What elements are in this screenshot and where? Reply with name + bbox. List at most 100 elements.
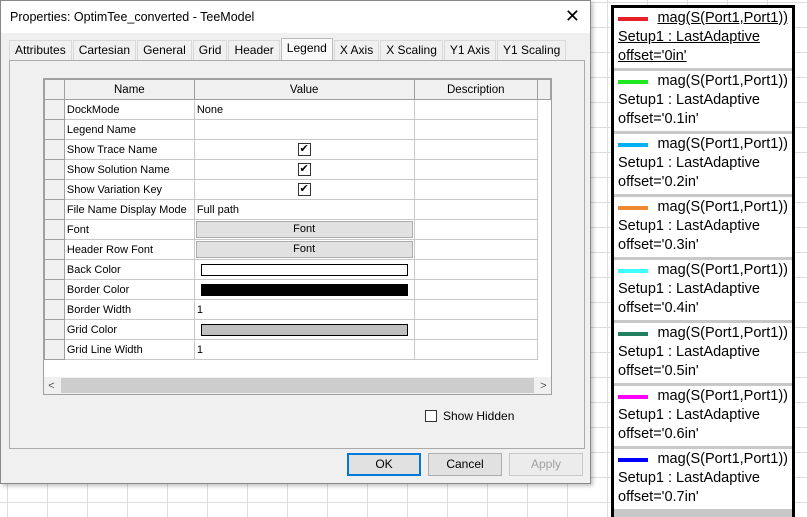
- row-header[interactable]: [44, 199, 65, 220]
- trace-color-line-icon: [618, 79, 648, 84]
- variation-key: offset='0.1in': [618, 111, 699, 127]
- row-header[interactable]: [44, 219, 65, 240]
- checkbox-checked[interactable]: ✔: [297, 183, 311, 196]
- row-header[interactable]: [44, 179, 65, 200]
- table-row[interactable]: Font Font: [44, 219, 551, 240]
- cancel-button[interactable]: Cancel: [428, 453, 502, 476]
- tab-x-axis[interactable]: X Axis: [333, 40, 380, 60]
- name-cell: Show Variation Key: [63, 179, 195, 200]
- name-cell: Grid Color: [63, 319, 195, 340]
- tab-grid[interactable]: Grid: [192, 40, 228, 60]
- row-header[interactable]: [44, 99, 65, 120]
- column-header-description[interactable]: Description: [413, 79, 539, 100]
- legend-entry[interactable]: mag(S(Port1,Port1)) Setup1 : LastAdaptive…: [614, 260, 792, 320]
- tab-cartesian[interactable]: Cartesian: [72, 40, 137, 60]
- value-cell[interactable]: Full path: [193, 199, 415, 220]
- name-cell: Header Row Font: [63, 239, 195, 260]
- tab-y1-axis[interactable]: Y1 Axis: [443, 40, 496, 60]
- value-cell[interactable]: 1: [193, 339, 415, 360]
- filler-cell: [538, 240, 551, 260]
- row-header[interactable]: [44, 119, 65, 140]
- tab-y1-scaling[interactable]: Y1 Scaling: [496, 40, 567, 60]
- checkbox-checked[interactable]: ✔: [297, 143, 311, 156]
- row-header[interactable]: [44, 159, 65, 180]
- variation-key: offset='0.7in': [618, 489, 699, 505]
- checkbox-checked[interactable]: ✔: [297, 163, 311, 176]
- scroll-left-icon[interactable]: <: [44, 380, 59, 392]
- description-cell: [413, 99, 539, 120]
- horizontal-scrollbar[interactable]: < >: [44, 377, 551, 394]
- name-cell: Border Width: [63, 299, 195, 320]
- legend-entry[interactable]: mag(S(Port1,Port1)) Setup1 : LastAdaptive…: [614, 71, 792, 131]
- value-cell[interactable]: ✔: [193, 139, 415, 160]
- tab-general[interactable]: General: [137, 40, 192, 60]
- close-icon[interactable]: ✕: [565, 6, 580, 27]
- row-header[interactable]: [44, 319, 65, 340]
- filler-cell: [538, 320, 551, 340]
- color-swatch[interactable]: [200, 323, 408, 336]
- legend-entry[interactable]: mag(S(Port1,Port1)) Setup1 : LastAdaptive…: [614, 197, 792, 257]
- tab-x-scaling[interactable]: X Scaling: [380, 40, 443, 60]
- show-hidden-checkbox[interactable]: Show Hidden: [425, 409, 514, 423]
- scrollbar-thumb[interactable]: [61, 378, 534, 393]
- table-row[interactable]: Border Width 1: [44, 299, 551, 320]
- column-header-extra: [537, 79, 551, 100]
- legend-entry[interactable]: mag(S(Port1,Port1)) Setup1 : LastAdaptive…: [614, 449, 792, 509]
- scroll-right-icon[interactable]: >: [536, 380, 551, 392]
- table-row[interactable]: Show Solution Name ✔: [44, 159, 551, 180]
- name-cell: Show Trace Name: [63, 139, 195, 160]
- legend-entry[interactable]: mag(S(Port1,Port1)) Setup1 : LastAdaptive…: [614, 323, 792, 383]
- filler-cell: [538, 180, 551, 200]
- name-cell: DockMode: [63, 99, 195, 120]
- description-cell: [413, 259, 539, 280]
- color-swatch[interactable]: [200, 283, 408, 296]
- description-cell: [413, 199, 539, 220]
- table-row[interactable]: Grid Color: [44, 319, 551, 340]
- value-cell[interactable]: Font: [193, 239, 415, 260]
- value-cell[interactable]: Font: [193, 219, 415, 240]
- table-row[interactable]: Grid Line Width 1: [44, 339, 551, 360]
- row-header[interactable]: [44, 299, 65, 320]
- row-header[interactable]: [44, 239, 65, 260]
- font-button[interactable]: Font: [195, 221, 413, 238]
- table-row[interactable]: Show Trace Name ✔: [44, 139, 551, 160]
- ok-button[interactable]: OK: [347, 453, 421, 476]
- name-cell: Grid Line Width: [63, 339, 195, 360]
- value-cell[interactable]: [193, 119, 415, 140]
- column-header-name[interactable]: Name: [63, 79, 195, 100]
- legend-entry[interactable]: mag(S(Port1,Port1)) Setup1 : LastAdaptive…: [614, 386, 792, 446]
- name-cell: Border Color: [63, 279, 195, 300]
- tab-legend[interactable]: Legend: [280, 38, 333, 60]
- row-header[interactable]: [44, 139, 65, 160]
- font-button[interactable]: Font: [195, 241, 413, 258]
- value-cell[interactable]: ✔: [193, 159, 415, 180]
- table-row[interactable]: File Name Display Mode Full path: [44, 199, 551, 220]
- row-header[interactable]: [44, 279, 65, 300]
- value-cell[interactable]: [193, 319, 415, 340]
- value-cell[interactable]: None: [193, 99, 415, 120]
- value-cell[interactable]: 1: [193, 299, 415, 320]
- tab-header[interactable]: Header: [228, 40, 280, 60]
- filler-cell: [538, 160, 551, 180]
- plot-legend[interactable]: mag(S(Port1,Port1)) Setup1 : LastAdaptive…: [611, 5, 795, 517]
- apply-button[interactable]: Apply: [509, 453, 583, 476]
- table-row[interactable]: Legend Name: [44, 119, 551, 140]
- checkbox-box[interactable]: [425, 410, 437, 422]
- value-cell[interactable]: [193, 259, 415, 280]
- table-row[interactable]: Show Variation Key ✔: [44, 179, 551, 200]
- legend-entry[interactable]: mag(S(Port1,Port1)) Setup1 : LastAdaptive…: [614, 8, 792, 68]
- table-row[interactable]: Back Color: [44, 259, 551, 280]
- table-row[interactable]: Border Color: [44, 279, 551, 300]
- column-header-value[interactable]: Value: [193, 79, 415, 100]
- table-row[interactable]: DockMode None: [44, 99, 551, 120]
- tab-panel: Name Value Description DockMode None Legen…: [9, 60, 585, 449]
- color-swatch[interactable]: [200, 263, 408, 276]
- legend-entry[interactable]: mag(S(Port1,Port1)) Setup1 : LastAdaptive…: [614, 134, 792, 194]
- row-header[interactable]: [44, 259, 65, 280]
- value-cell[interactable]: ✔: [193, 179, 415, 200]
- row-header[interactable]: [44, 339, 65, 360]
- trace-name: mag(S(Port1,Port1)): [657, 388, 788, 404]
- tab-attributes[interactable]: Attributes: [9, 40, 72, 60]
- table-row[interactable]: Header Row Font Font: [44, 239, 551, 260]
- value-cell[interactable]: [193, 279, 415, 300]
